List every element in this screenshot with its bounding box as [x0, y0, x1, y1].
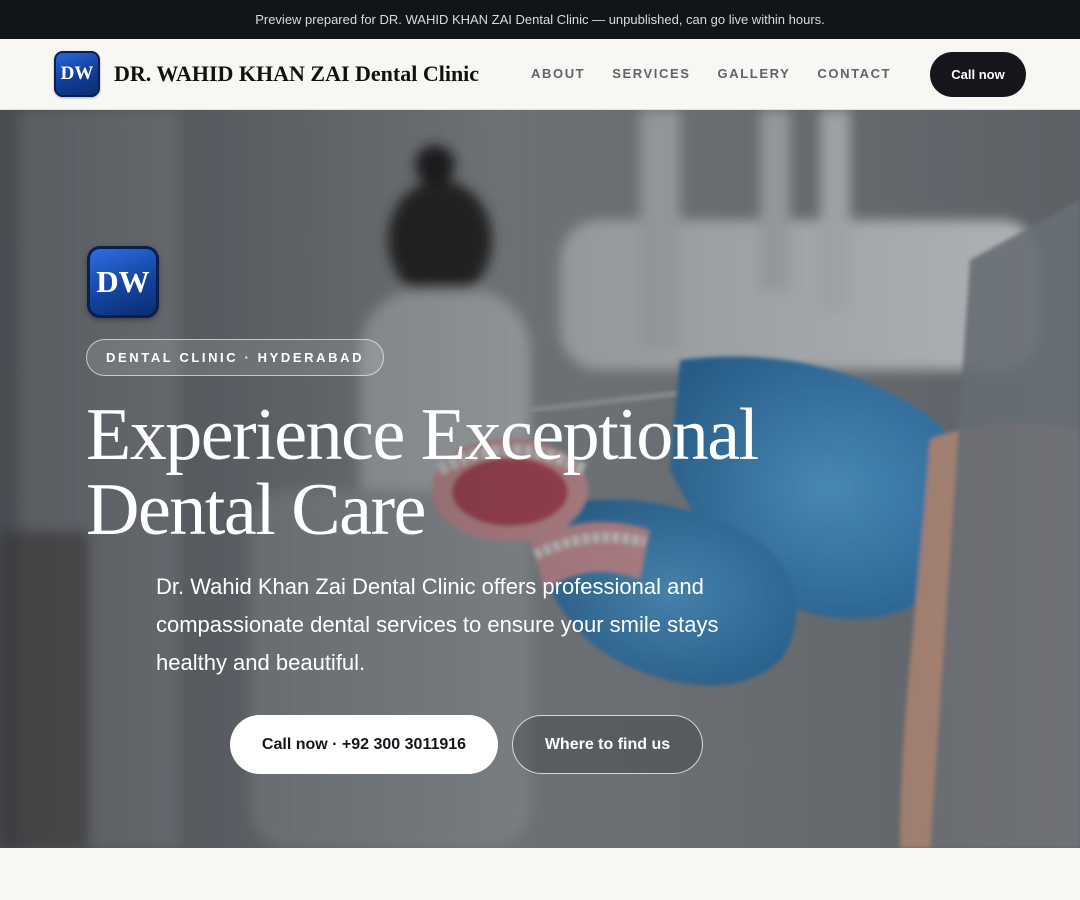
hero-section: DW DENTAL CLINIC · HYDERABAD Experience …	[0, 110, 1080, 848]
hero-headline-line1: Experience Exceptional	[86, 394, 759, 476]
nav-link-about[interactable]: ABOUT	[531, 66, 585, 81]
nav-link-contact[interactable]: CONTACT	[817, 66, 891, 81]
hero-headline-line2: Dental Care	[86, 469, 426, 551]
hero-logo: DW	[87, 246, 159, 318]
find-us-button[interactable]: Where to find us	[512, 715, 703, 774]
nav-link-gallery[interactable]: GALLERY	[718, 66, 791, 81]
preview-banner-text: Preview prepared for DR. WAHID KHAN ZAI …	[255, 12, 825, 27]
main-nav: ABOUT SERVICES GALLERY CONTACT	[531, 66, 918, 81]
location-badge: DENTAL CLINIC · HYDERABAD	[86, 339, 385, 376]
logo-initials: DW	[60, 63, 94, 84]
site-header: DW DR. WAHID KHAN ZAI Dental Clinic ABOU…	[0, 39, 1080, 110]
nav-link-services[interactable]: SERVICES	[612, 66, 690, 81]
hero-description: Dr. Wahid Khan Zai Dental Clinic offers …	[156, 574, 719, 675]
brand-name[interactable]: DR. WAHID KHAN ZAI Dental Clinic	[114, 61, 479, 87]
next-section	[0, 848, 1080, 900]
call-now-button[interactable]: Call now	[930, 52, 1026, 97]
preview-banner: Preview prepared for DR. WAHID KHAN ZAI …	[0, 0, 1080, 39]
call-phone-button[interactable]: Call now · +92 300 3011916	[230, 715, 498, 774]
hero-logo-initials: DW	[96, 264, 150, 299]
clinic-logo[interactable]: DW	[54, 51, 100, 97]
hero-headline: Experience Exceptional Dental Care	[86, 398, 846, 548]
